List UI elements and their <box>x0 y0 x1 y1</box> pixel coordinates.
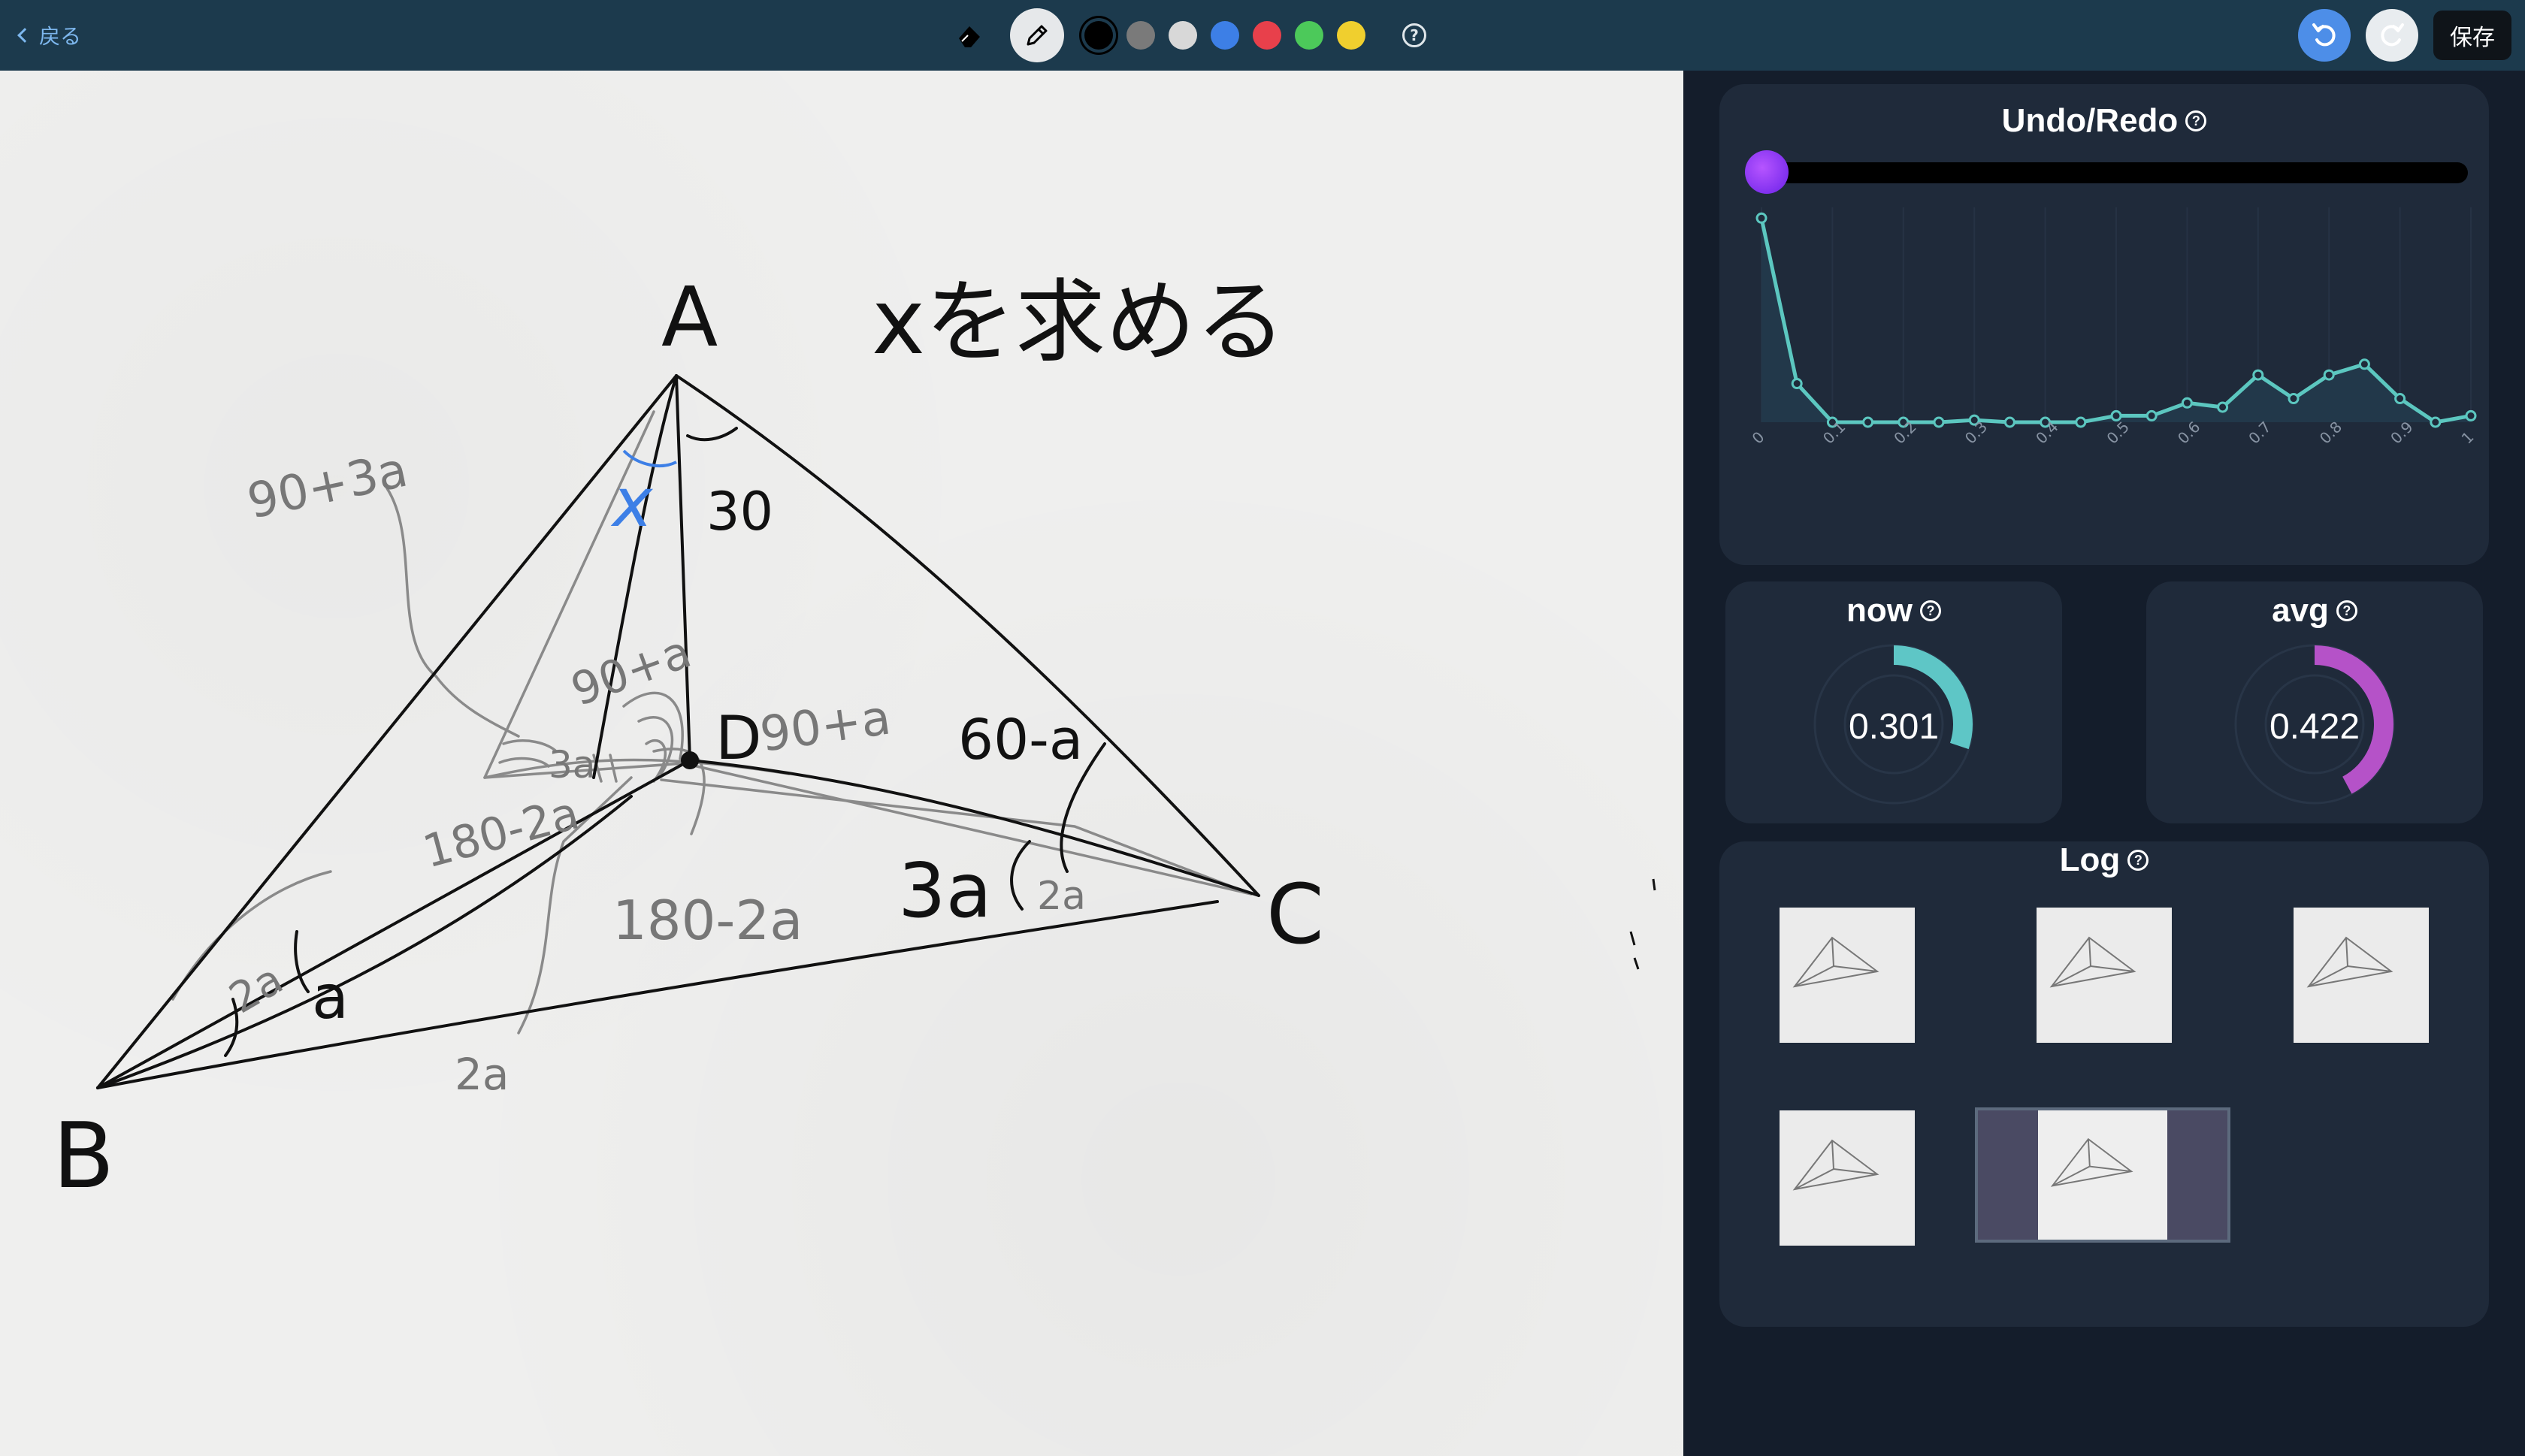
drawing-tools: ? <box>954 8 1426 63</box>
angle-2a-c-label: 2a <box>1037 874 1086 919</box>
angle-3a-label: 3a <box>898 847 992 935</box>
chart-point <box>1862 416 1874 428</box>
canvas-heading: xを求める <box>872 270 1286 375</box>
undo-redo-title: Undo/Redo ? <box>1719 102 2489 140</box>
avg-title-text: avg <box>2272 592 2329 629</box>
now-title-text: now <box>1846 592 1913 629</box>
thumbnail-sketch <box>1792 1139 1879 1191</box>
chart-point <box>2003 416 2015 428</box>
chart-point <box>1755 212 1768 224</box>
chart-point <box>1791 378 1803 390</box>
color-swatch-light-gray[interactable] <box>1169 21 1197 50</box>
thumbnail-sketch <box>1792 936 1879 988</box>
angle-90-a-top-label: 90+a <box>564 625 697 717</box>
history-chart: 0 0.1 0.2 0.3 0.4 0.5 0.6 0.7 0.8 0.9 1 <box>1749 207 2478 448</box>
vertex-d-label: D <box>715 703 762 773</box>
log-help-icon[interactable]: ? <box>2127 850 2149 871</box>
log-thumbnail[interactable] <box>1780 1110 1915 1246</box>
thumbnail-sketch <box>2049 936 2136 988</box>
history-tools: 保存 <box>2298 8 2511 63</box>
vertex-b-label: B <box>53 1104 114 1209</box>
color-swatch-black[interactable] <box>1084 21 1113 50</box>
chart-point <box>2075 416 2087 428</box>
drawing-canvas[interactable]: A B C D xを求める x 30 90+3a 90+a 90+a 60-a … <box>0 71 1683 1456</box>
chart-point <box>2288 393 2300 405</box>
chart-point <box>2465 409 2477 421</box>
thumbnail-sketch <box>2306 936 2393 988</box>
eraser-icon <box>959 26 980 47</box>
redo-button[interactable] <box>2366 9 2418 62</box>
back-label: 戻る <box>39 24 82 49</box>
now-title: now ? <box>1725 592 2062 630</box>
undo-redo-help-icon[interactable]: ? <box>2185 110 2207 131</box>
avg-help-icon[interactable]: ? <box>2336 600 2357 621</box>
history-slider-knob[interactable] <box>1745 150 1789 194</box>
chart-point <box>1933 416 1945 428</box>
pencil-icon <box>1027 25 1048 46</box>
history-slider-track[interactable] <box>1761 162 2468 183</box>
thumbnail-image <box>2038 1110 2167 1240</box>
chart-point <box>2430 416 2442 428</box>
color-swatch-blue[interactable] <box>1211 21 1239 50</box>
color-swatch-red[interactable] <box>1253 21 1281 50</box>
log-thumbnail-selected[interactable] <box>1975 1107 2230 1243</box>
sketch: A B C D xを求める x 30 90+3a 90+a 90+a 60-a … <box>53 269 1656 1209</box>
pencil-button[interactable] <box>1010 8 1064 62</box>
vertex-c-label: C <box>1266 866 1324 962</box>
chart-point <box>2358 358 2370 370</box>
now-value: 0.301 <box>1848 707 1940 747</box>
eraser-button[interactable] <box>954 20 984 50</box>
avg-title: avg ? <box>2146 592 2483 630</box>
chart-point <box>2181 397 2193 409</box>
color-swatch-yellow[interactable] <box>1337 21 1365 50</box>
log-thumbnail[interactable] <box>1780 908 1915 1043</box>
chart-point <box>2323 369 2335 381</box>
undo-redo-card: Undo/Redo ? 0 0.1 0.2 0.3 0.4 0.5 0.6 0.7 0.8 0.9… <box>1719 84 2489 565</box>
chart-point <box>2252 369 2264 381</box>
now-card: now ? 0.301 <box>1725 581 2062 823</box>
redo-icon <box>2381 23 2404 47</box>
log-thumbnail[interactable] <box>2037 908 2172 1043</box>
angle-90-3a-label: 90+3a <box>243 443 413 530</box>
vertex-a-label: A <box>661 269 718 365</box>
log-card: Log ? <box>1719 841 2489 1327</box>
color-swatch-green[interactable] <box>1295 21 1323 50</box>
side-panel: Undo/Redo ? 0 0.1 0.2 0.3 0.4 0.5 0.6 0.7 0.8 0.9… <box>1683 71 2525 1456</box>
log-title-text: Log <box>2059 841 2121 878</box>
point-d <box>681 751 699 769</box>
angle-90-a-right-label: 90+a <box>757 690 894 763</box>
undo-icon <box>2312 23 2336 47</box>
undo-button[interactable] <box>2298 9 2351 62</box>
log-thumbnail[interactable] <box>2294 908 2429 1043</box>
chart-point <box>2145 409 2158 421</box>
avg-value: 0.422 <box>2269 707 2360 747</box>
angle-3a-small-label: 3a <box>549 743 595 787</box>
toolbar: 戻る ? 保存 <box>0 0 2525 71</box>
now-help-icon[interactable]: ? <box>1919 600 1941 621</box>
chart-point <box>2394 393 2406 405</box>
angle-60-a-label: 60-a <box>958 708 1083 772</box>
color-swatch-gray[interactable] <box>1126 21 1155 50</box>
save-button[interactable]: 保存 <box>2433 11 2511 60</box>
angle-180-2a-bottom-label: 180-2a <box>612 889 803 952</box>
angle-a-b-label: a <box>312 962 349 1032</box>
thumbnail-sketch <box>2050 1137 2133 1187</box>
help-icon[interactable]: ? <box>1402 23 1426 47</box>
log-title: Log ? <box>1719 841 2489 879</box>
avg-card: avg ? 0.422 <box>2146 581 2483 823</box>
undo-redo-title-text: Undo/Redo <box>2001 102 2179 139</box>
chart-tick-label: 1 <box>2458 428 2478 448</box>
back-button[interactable]: 戻る <box>17 18 82 53</box>
chart-tick-label: 0 <box>1749 428 1768 448</box>
unknown-x-label: x <box>610 464 654 542</box>
angle-30-label: 30 <box>706 481 773 542</box>
length-2a-label: 2a <box>455 1049 509 1100</box>
stray-marks <box>1629 878 1656 970</box>
chevron-left-icon <box>17 28 32 43</box>
chart-point <box>2217 401 2229 413</box>
